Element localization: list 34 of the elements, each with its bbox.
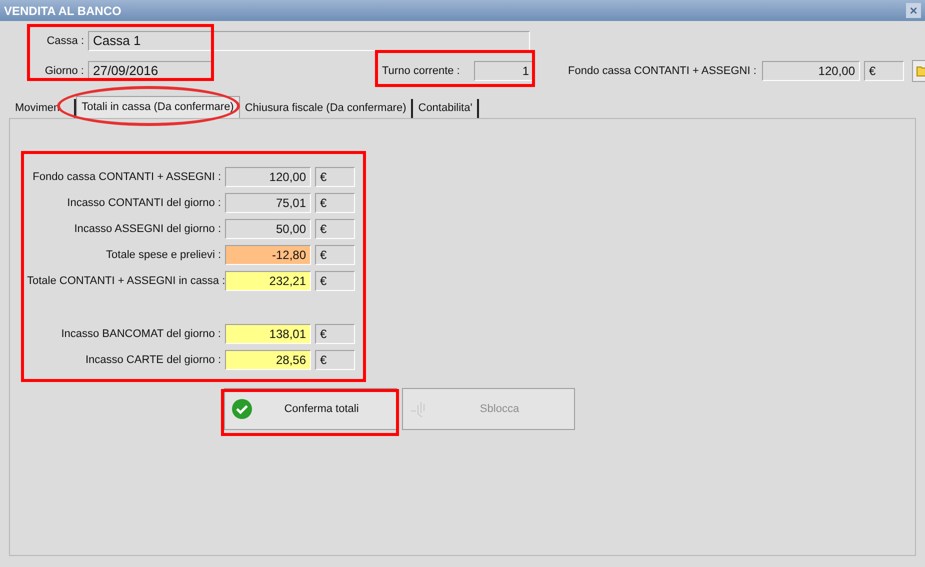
giorno-label: Giorno : bbox=[44, 64, 84, 79]
window-title: VENDITA AL BANCO bbox=[4, 2, 122, 20]
close-button[interactable]: × bbox=[906, 3, 921, 18]
currency-field: € bbox=[864, 61, 904, 81]
total-label: Incasso CONTANTI del giorno : bbox=[66, 196, 221, 211]
turno-label: Turno corrente : bbox=[382, 64, 461, 79]
currency-field: € bbox=[315, 245, 355, 265]
amount-field: 75,01 bbox=[225, 193, 311, 213]
tab[interactable]: Totali in cassa (Da confermare) bbox=[76, 96, 240, 118]
check-icon bbox=[231, 398, 253, 420]
amount-field: 28,56 bbox=[225, 350, 311, 370]
total-label: Incasso ASSEGNI del giorno : bbox=[73, 222, 221, 237]
fondo-label: Fondo cassa CONTANTI + ASSEGNI : bbox=[568, 64, 758, 79]
amount-field: -12,80 bbox=[225, 245, 311, 265]
amount-field: 50,00 bbox=[225, 219, 311, 239]
amount-field: 120,00 bbox=[225, 167, 311, 187]
fondo-field[interactable]: 120,00 bbox=[762, 61, 860, 81]
currency-field: € bbox=[315, 193, 355, 213]
total-label: Incasso CARTE del giorno : bbox=[84, 352, 221, 368]
cassa-label: Cassa : bbox=[46, 34, 84, 49]
cassa-field[interactable]: Cassa 1 bbox=[88, 31, 530, 51]
amount-field: 138,01 bbox=[225, 324, 311, 344]
currency-field: € bbox=[315, 271, 355, 291]
action-button[interactable]: Conferma totali bbox=[224, 388, 397, 430]
currency-field: € bbox=[315, 167, 355, 187]
total-label: Fondo cassa CONTANTI + ASSEGNI : bbox=[32, 170, 221, 185]
currency-field: € bbox=[315, 219, 355, 239]
currency-field: € bbox=[315, 324, 355, 344]
total-label: Totale spese e prelievi : bbox=[105, 248, 221, 263]
giorno-field[interactable]: 27/09/2016 bbox=[88, 61, 212, 81]
total-label: Incasso BANCOMAT del giorno : bbox=[60, 326, 221, 342]
turno-field[interactable]: 1 bbox=[474, 61, 534, 81]
currency-field: € bbox=[315, 350, 355, 370]
amount-field: 232,21 bbox=[225, 271, 311, 291]
